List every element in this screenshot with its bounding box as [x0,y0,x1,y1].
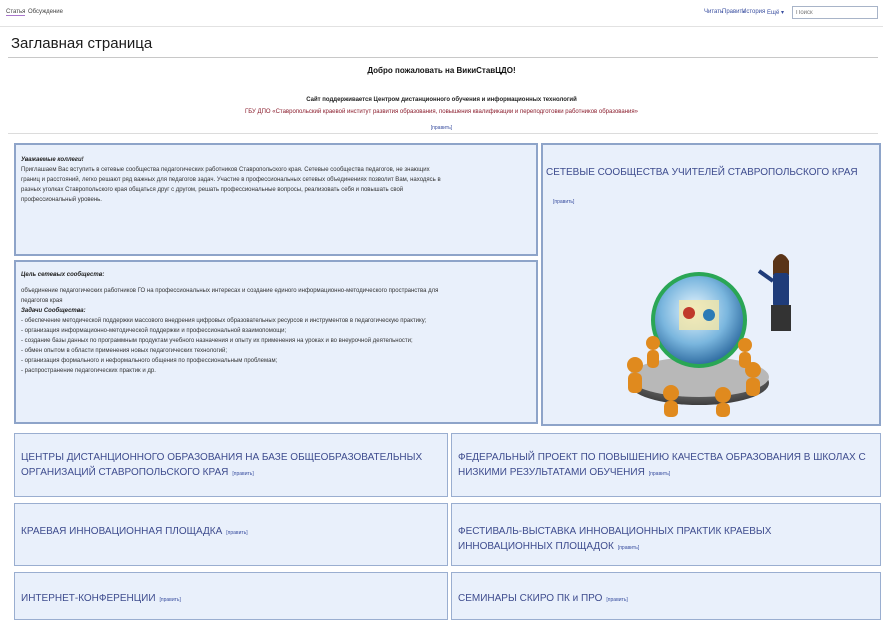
centers-box: ЦЕНТРЫ ДИСТАНЦИОННОГО ОБРАЗОВАНИЯ НА БАЗ… [14,433,448,497]
page-title: Заглавная страница [11,35,153,52]
tab-discussion[interactable]: Обсуждение [28,9,63,15]
task-item: - организация информационно-методической… [21,328,287,334]
edit-link[interactable]: [править] [232,471,253,477]
tab-read[interactable]: Читать [704,9,723,15]
intro-line: Приглашаем Вас вступить в сетевые сообще… [21,167,430,173]
conference-title[interactable]: ИНТЕРНЕТ-КОНФЕРЕНЦИИ [21,593,156,604]
goal-box: Цель сетевых сообществ: объединение педа… [14,260,538,424]
intro-box: Уважаемые коллеги! Приглашаем Вас вступи… [14,143,538,256]
innovation-link[interactable]: КРАЕВАЯ ИННОВАЦИОННАЯ ПЛОЩАДКА [править] [21,524,441,541]
edit-link[interactable]: [править] [160,597,181,603]
edit-link[interactable]: [править] [553,199,574,205]
tab-history[interactable]: История [742,9,765,15]
task-item: - распространение педагогических практик… [21,368,156,374]
festival-link[interactable]: ФЕСТИВАЛЬ-ВЫСТАВКА ИННОВАЦИОННЫХ ПРАКТИК… [458,524,848,556]
goal-line: объединение педагогических работников ГО… [21,288,439,294]
seminars-box: СЕМИНАРЫ СКИРО ПК и ПРО [править] [451,572,881,620]
conference-box: ИНТЕРНЕТ-КОНФЕРЕНЦИИ [править] [14,572,448,620]
section-divider [8,133,878,134]
intro-line: профессиональный уровень. [21,197,102,203]
tab-article[interactable]: Статья [6,9,26,16]
edit-link[interactable]: [править] [649,471,670,477]
edit-link[interactable]: [править] [226,530,247,536]
community-illustration [627,254,791,417]
edit-link[interactable]: [править] [0,125,883,131]
goal-heading: Цель сетевых сообществ: [21,272,105,278]
festival-title[interactable]: ФЕСТИВАЛЬ-ВЫСТАВКА ИННОВАЦИОННЫХ ПРАКТИК… [458,526,771,552]
networks-link[interactable]: СЕТЕВЫЕ СООБЩЕСТВА УЧИТЕЛЕЙ СТАВРОПОЛЬСК… [546,165,881,180]
networks-box: СЕТЕВЫЕ СООБЩЕСТВА УЧИТЕЛЕЙ СТАВРОПОЛЬСК… [541,143,881,426]
organization-link[interactable]: ГБУ ДПО «Ставропольский краевой институт… [0,109,883,115]
task-item: - организация формального и неформальног… [21,358,278,364]
intro-heading: Уважаемые коллеги! [21,157,84,163]
intro-line: границ и расстояний, легко решают ряд ва… [21,177,441,183]
task-item: - обеспечение методической поддержки мас… [21,318,427,324]
federal-box: ФЕДЕРАЛЬНЫЙ ПРОЕКТ ПО ПОВЫШЕНИЮ КАЧЕСТВА… [451,433,881,497]
support-text: Сайт поддерживается Центром дистанционно… [306,97,577,103]
seminars-title[interactable]: СЕМИНАРЫ СКИРО ПК и ПРО [458,593,602,604]
task-item: - создание базы данных по программным пр… [21,338,413,344]
innovation-title[interactable]: КРАЕВАЯ ИННОВАЦИОННАЯ ПЛОЩАДКА [21,526,222,537]
edit-link[interactable]: [править] [618,545,639,551]
title-divider [8,57,878,58]
intro-line: разных уголках Ставропольского края обща… [21,187,404,193]
edit-link[interactable]: [править] [606,597,627,603]
task-item: - обмен опытом в области применения новы… [21,348,228,354]
innovation-box: КРАЕВАЯ ИННОВАЦИОННАЯ ПЛОЩАДКА [править] [14,503,448,566]
more-menu[interactable]: Ещё ▾ [767,9,784,16]
festival-box: ФЕСТИВАЛЬ-ВЫСТАВКА ИННОВАЦИОННЫХ ПРАКТИК… [451,503,881,566]
welcome-heading: Добро пожаловать на ВикиСтавЦДО! [367,66,516,75]
top-navigation-bar: Статья Обсуждение Читать Править История… [0,0,883,27]
centers-title[interactable]: ЦЕНТРЫ ДИСТАНЦИОННОГО ОБРАЗОВАНИЯ НА БАЗ… [21,452,422,478]
federal-link[interactable]: ФЕДЕРАЛЬНЫЙ ПРОЕКТ ПО ПОВЫШЕНИЮ КАЧЕСТВА… [458,450,868,482]
tasks-heading: Задачи Сообщества: [21,308,86,314]
goal-line: педагогов края [21,298,63,304]
centers-link[interactable]: ЦЕНТРЫ ДИСТАНЦИОННОГО ОБРАЗОВАНИЯ НА БАЗ… [21,450,441,482]
seminars-link[interactable]: СЕМИНАРЫ СКИРО ПК и ПРО [править] [458,591,868,608]
search-input[interactable] [792,6,878,19]
conference-link[interactable]: ИНТЕРНЕТ-КОНФЕРЕНЦИИ [править] [21,591,441,608]
